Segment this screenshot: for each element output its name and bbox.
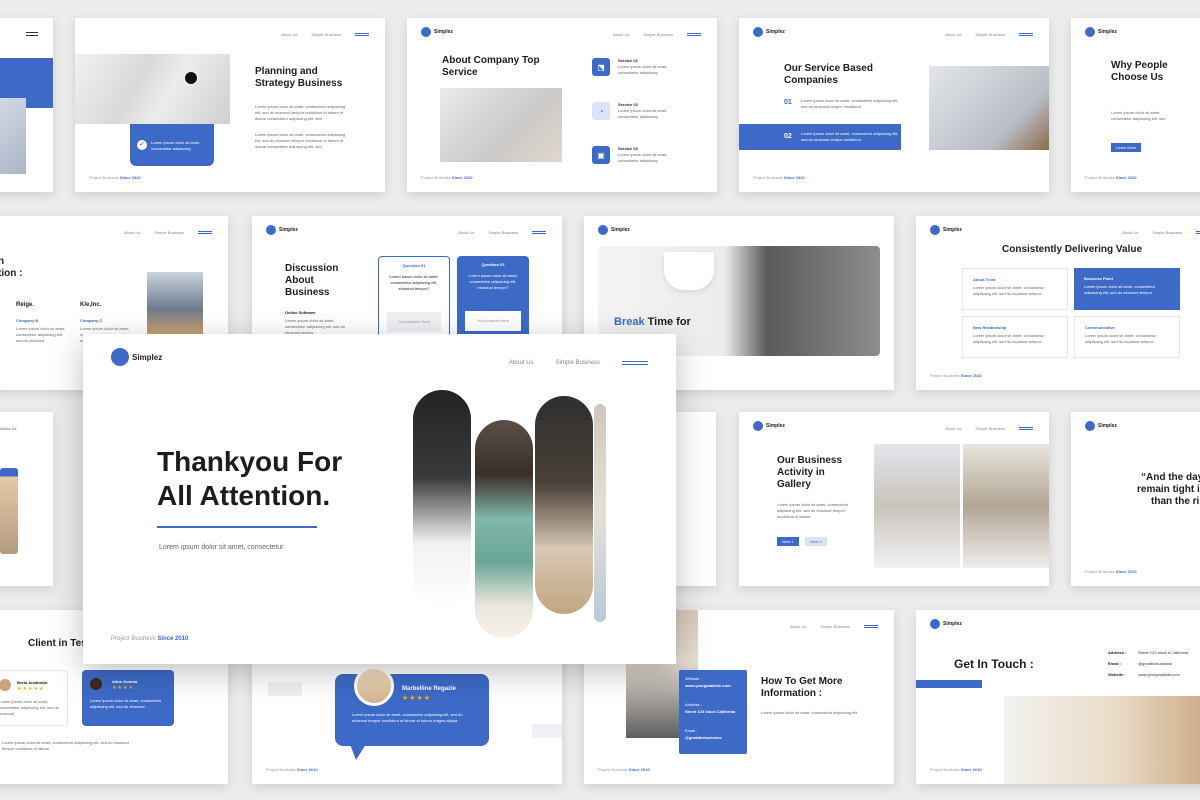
nav-simple-link[interactable]: Simple Business [556, 360, 600, 366]
slide-title: Consistently Delivering Value [1002, 244, 1143, 255]
check-icon: ✓ [137, 140, 147, 150]
pill-photo-3 [535, 396, 593, 614]
answer-input-1[interactable]: Your Answer Here [387, 312, 441, 332]
slide-title: Why People Choose Us [1111, 60, 1168, 83]
value-card-business: Business Point Lorem ipsum dolor sit ame… [1074, 268, 1180, 310]
main-subtitle: Lorem ipsum dolor sit amet, consectetur [159, 544, 284, 551]
office-team-photo [147, 272, 203, 334]
pill-photo-1 [413, 390, 471, 608]
value-card-relationship: New Relationship Lorem ipsum dolor sit a… [962, 316, 1068, 358]
service-icon-2: ◔ [592, 102, 610, 120]
pill-photo-4 [594, 404, 606, 622]
main-title-line2: All Attention. [157, 480, 331, 511]
gallery-photo-1 [874, 444, 960, 568]
client-card-1: Berta Anathasia ★★★★★ Lorem ipsum dolor … [0, 670, 68, 726]
laptop-desk-photo [440, 88, 562, 162]
brand-logo: Simplez [930, 619, 962, 629]
slide-title: Discussion About Business [285, 263, 339, 298]
cup-icon [664, 252, 714, 290]
brand-logo: Simplez [111, 348, 162, 366]
slide-title: About Company Top Service [442, 55, 540, 78]
slide-about-company[interactable]: Simplez About Us Simple Business About Co… [407, 18, 717, 192]
slide-thumb-partial-left[interactable] [0, 18, 53, 192]
slide-quote[interactable]: Simplez “And the day remain tight i than… [1071, 412, 1200, 586]
avatar [90, 678, 102, 690]
slide-thumb-partial-left-3[interactable]: About Us [0, 412, 53, 586]
next-2-button[interactable]: Next 2 [805, 537, 827, 546]
avatar [354, 666, 394, 706]
slide-title: Client in Tes [28, 638, 87, 649]
placeholder-box [532, 724, 562, 738]
slide-title: Get In Touch : [954, 657, 1034, 671]
slide-title: Planning and Strategy Business [255, 66, 343, 89]
brand-logo: Simplez [753, 421, 785, 431]
slide-planning-strategy[interactable]: About Us Simple Business ✓ Lorem ipsum do… [75, 18, 385, 192]
contact-card: Website : www.yourgmailsite.com Address … [679, 670, 747, 754]
brand-logo: Simplez [1085, 27, 1117, 37]
slide-why-people[interactable]: Simplez Why People Choose Us Lorem ipsum… [1071, 18, 1200, 192]
slide-title: Our Business Activity in Gallery [777, 455, 843, 490]
learn-more-button[interactable]: Learn More [1111, 143, 1142, 152]
client-card-2: Alina Joranta ★★★★ Lorem ipsum dolor sit… [82, 670, 174, 726]
answer-input-2[interactable]: Your Answer Here [465, 311, 521, 331]
service-icon-1: ⬔ [592, 58, 610, 76]
service-icon-3: ▣ [592, 146, 610, 164]
laptop-photo [0, 98, 26, 174]
gallery-photo-2 [963, 444, 1049, 568]
menu-icon[interactable] [622, 361, 648, 365]
brand-logo: Simplez [930, 225, 962, 235]
next-1-button[interactable]: Next 1 [777, 537, 799, 546]
coffee-cup-icon [183, 70, 199, 86]
placeholder-box [268, 682, 302, 696]
slide-gallery[interactable]: Simplez About Us Simple Business Our Busi… [739, 412, 1049, 586]
bubble-tail [350, 744, 366, 760]
slide-delivering-value[interactable]: Simplez About Us Simple Business Consiste… [916, 216, 1200, 390]
slide-service-based[interactable]: Simplez About Us Simple Business Our Serv… [739, 18, 1049, 192]
slide-get-in-touch[interactable]: Simplez Get In Touch : Address : Street … [916, 610, 1200, 784]
woman-phone-photo [0, 468, 18, 554]
value-card-communicative: Communicative Lorem ipsum dolor sit amet… [1074, 316, 1180, 358]
main-title-line1: Thankyou For [157, 446, 343, 477]
brand-logo: Simplez [421, 27, 453, 37]
title-underline [157, 526, 317, 528]
woman-laptop-photo [929, 66, 1049, 150]
slide-thankyou-main[interactable]: Simplez About Us Simple Business Thankyo… [83, 334, 676, 664]
brand-logo: Simplez [598, 225, 630, 235]
nav-about-link[interactable]: About Us [509, 360, 534, 366]
brand-logo: Simplez [1085, 421, 1117, 431]
pill-photo-2 [475, 420, 533, 638]
brand-logo: Simplez [753, 27, 785, 37]
value-card-trust: About Trust Lorem ipsum dolor sit amet, … [962, 268, 1068, 310]
brand-logo: Simplez [266, 225, 298, 235]
header-menu-icon [26, 32, 38, 36]
slide-title: How To Get More Information : [761, 676, 843, 699]
question-card-1: Question 01 Lorem ipsum dolor sit amet, … [378, 256, 450, 346]
slide-title: Our Service Based Companies [784, 63, 873, 86]
avatar [0, 679, 11, 691]
question-card-2: Question 02 Lorem ipsum dolor sit amet, … [457, 256, 529, 346]
magazine-photo [75, 54, 230, 124]
woman-portrait-photo [1004, 696, 1200, 784]
accent-bar [916, 680, 982, 688]
